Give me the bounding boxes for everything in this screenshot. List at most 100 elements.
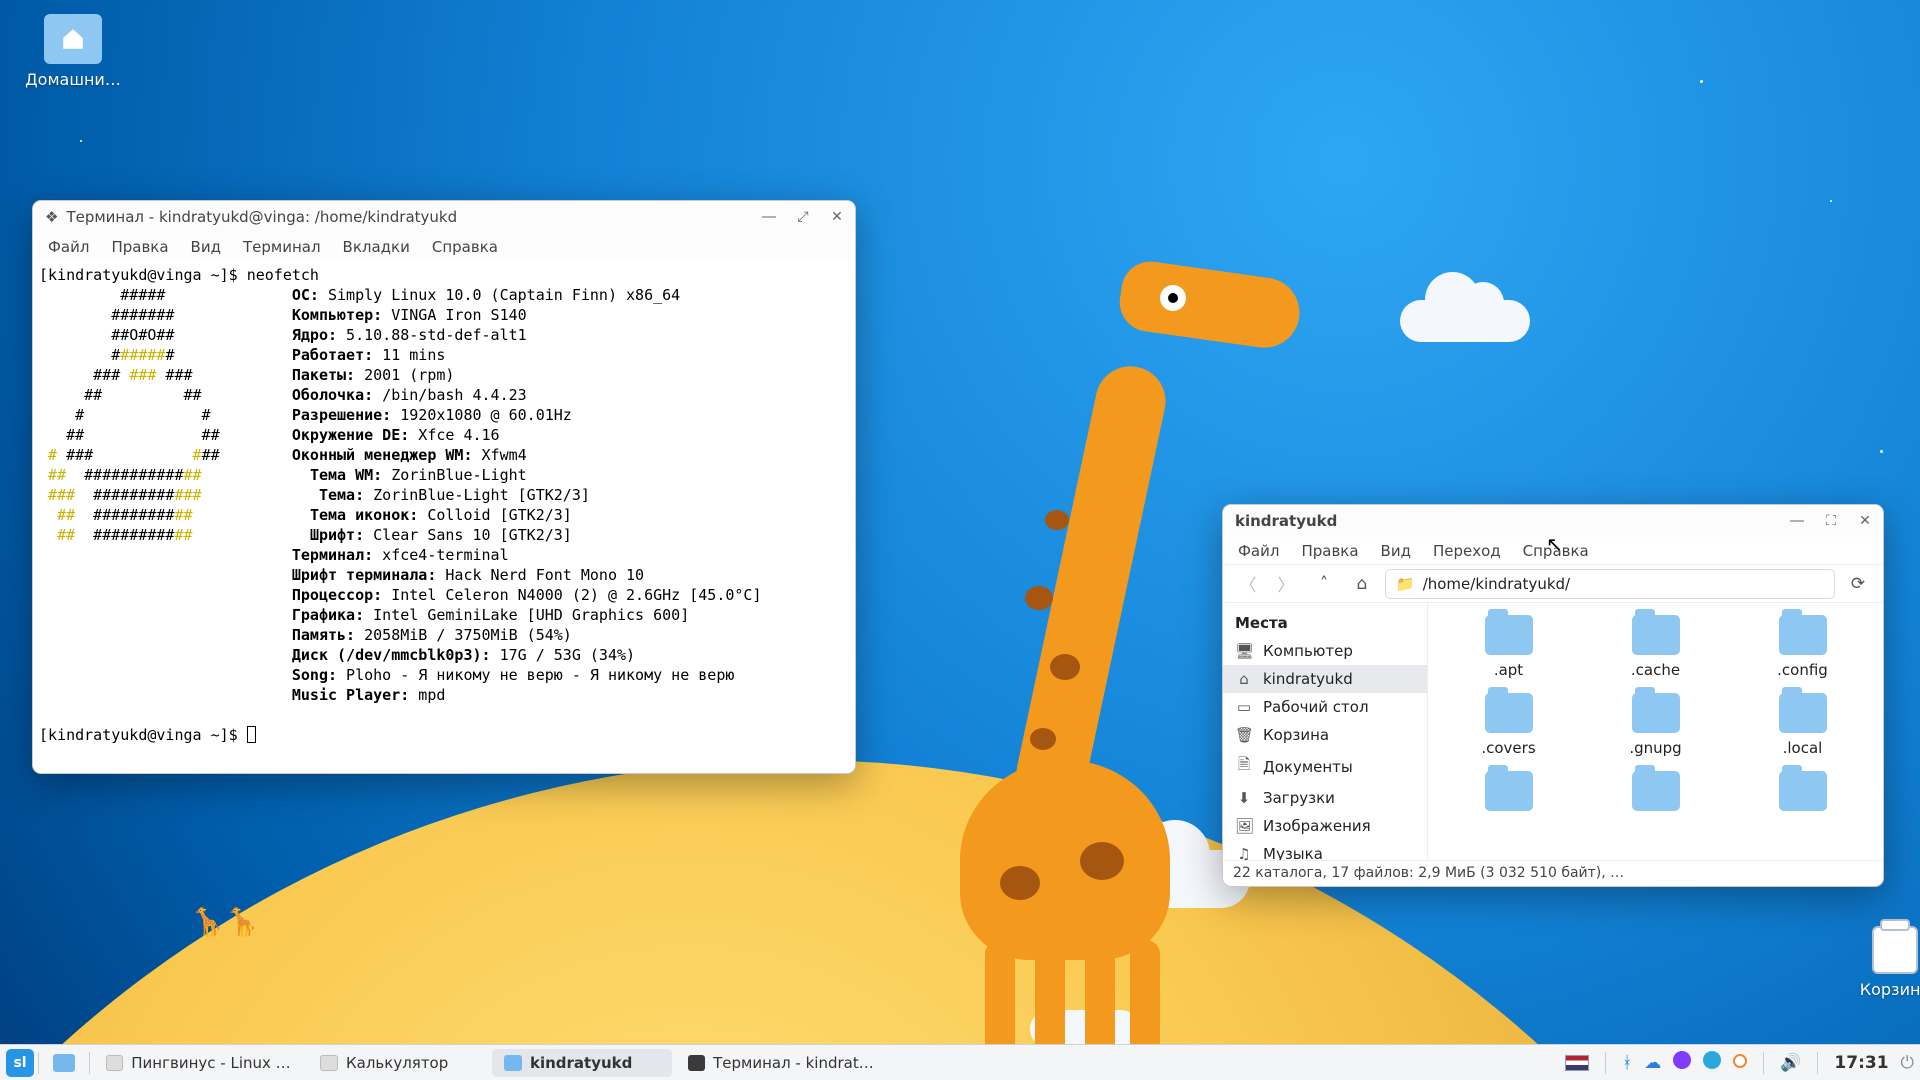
- file-item[interactable]: [1734, 771, 1871, 817]
- desktop-icon-trash[interactable]: Корзина: [1840, 926, 1920, 999]
- file-item[interactable]: .gnupg: [1587, 693, 1724, 757]
- task-button[interactable]: kindratyukd: [492, 1049, 672, 1077]
- place-icon: ⬇: [1235, 789, 1253, 807]
- sidebar-item-label: Компьютер: [1263, 642, 1353, 660]
- file-item[interactable]: .config: [1734, 615, 1871, 679]
- place-icon: 🗑: [1235, 726, 1253, 744]
- file-manager-files[interactable]: .apt .cache.config .covers .gnupg .local: [1428, 603, 1883, 860]
- terminal-menu-терминал[interactable]: Терминал: [234, 235, 330, 259]
- file-manager-window[interactable]: kindratyukd ― ⛶ ✕ ФайлПравкаВидПереходСп…: [1222, 504, 1884, 887]
- taskbar-tray: ᚼ ☁ 🔊 17:31 ⏻: [1565, 1051, 1914, 1074]
- nav-home-button[interactable]: ⌂: [1347, 569, 1377, 599]
- nav-back-button[interactable]: 〈: [1233, 569, 1263, 599]
- place-icon: ▭: [1235, 698, 1253, 716]
- file-manager-menu-правка[interactable]: Правка: [1292, 539, 1367, 563]
- file-manager-sidebar: Места 🖥Компьютер⌂kindratyukd▭Рабочий сто…: [1223, 603, 1428, 860]
- folder-icon: [1632, 615, 1680, 655]
- task-button[interactable]: Терминал - kindraty…: [676, 1049, 886, 1077]
- task-icon: [688, 1055, 705, 1071]
- viber-icon[interactable]: [1673, 1051, 1691, 1074]
- terminal-menu-правка[interactable]: Правка: [102, 235, 177, 259]
- desktop-icon-trash-label: Корзина: [1840, 980, 1920, 999]
- file-item[interactable]: .local: [1734, 693, 1871, 757]
- terminal-titlebar[interactable]: ❖ Терминал - kindratyukd@vinga: /home/ki…: [33, 201, 855, 233]
- sidebar-item-label: Рабочий стол: [1263, 698, 1369, 716]
- sidebar-item-рабочий-стол[interactable]: ▭ Рабочий стол: [1223, 693, 1427, 721]
- file-label: .gnupg: [1629, 739, 1681, 757]
- file-item[interactable]: .cache: [1587, 615, 1724, 679]
- start-menu-button[interactable]: sl: [6, 1049, 34, 1077]
- sidebar-item-изображения[interactable]: 🖼 Изображения: [1223, 812, 1427, 840]
- place-icon: 🖼: [1235, 817, 1253, 835]
- location-path: /home/kindratyukd/: [1423, 575, 1570, 593]
- folder-icon: [1485, 771, 1533, 811]
- task-button[interactable]: Калькулятор: [308, 1049, 488, 1077]
- file-label: .apt: [1494, 661, 1523, 679]
- close-button[interactable]: ✕: [1855, 511, 1875, 531]
- place-icon: ♫: [1235, 845, 1253, 860]
- updates-icon[interactable]: [1733, 1053, 1747, 1073]
- folder-icon: [1485, 693, 1533, 733]
- file-item[interactable]: [1587, 771, 1724, 817]
- file-manager-menu-переход[interactable]: Переход: [1424, 539, 1510, 563]
- close-button[interactable]: ✕: [827, 207, 847, 227]
- file-label: .local: [1783, 739, 1823, 757]
- sidebar-item-корзина[interactable]: 🗑Корзина: [1223, 721, 1427, 749]
- terminal-window[interactable]: ❖ Терминал - kindratyukd@vinga: /home/ki…: [32, 200, 856, 774]
- task-label: Пингвинус - Linux в…: [131, 1054, 292, 1072]
- sidebar-item-музыка[interactable]: ♫Музыка: [1223, 840, 1427, 860]
- file-manager-launcher[interactable]: [43, 1049, 85, 1077]
- task-label: Калькулятор: [346, 1054, 448, 1072]
- sidebar-item-компьютер[interactable]: 🖥Компьютер: [1223, 637, 1427, 665]
- maximize-button[interactable]: ⤢: [793, 207, 813, 227]
- terminal-menu-вкладки[interactable]: Вкладки: [334, 235, 419, 259]
- minimize-button[interactable]: ―: [1787, 511, 1807, 531]
- sidebar-item-label: kindratyukd: [1263, 670, 1353, 688]
- task-button[interactable]: Пингвинус - Linux в…: [94, 1049, 304, 1077]
- file-manager-titlebar[interactable]: kindratyukd ― ⛶ ✕: [1223, 505, 1883, 537]
- folder-icon: [1779, 615, 1827, 655]
- terminal-menu-справка[interactable]: Справка: [423, 235, 507, 259]
- minimize-button[interactable]: ―: [759, 207, 779, 227]
- maximize-button[interactable]: ⛶: [1821, 511, 1841, 531]
- sidebar-item-загрузки[interactable]: ⬇Загрузки: [1223, 784, 1427, 812]
- folder-icon: [1485, 615, 1533, 655]
- keyboard-layout-indicator[interactable]: [1565, 1055, 1589, 1071]
- logout-icon[interactable]: ⏻: [1901, 1053, 1914, 1073]
- folder-icon: [1632, 771, 1680, 811]
- file-manager-menu-вид[interactable]: Вид: [1372, 539, 1420, 563]
- bluetooth-icon[interactable]: ᚼ: [1622, 1053, 1632, 1073]
- onedrive-icon[interactable]: ☁: [1644, 1053, 1661, 1073]
- file-item[interactable]: .apt: [1440, 615, 1577, 679]
- sidebar-item-kindratyukd[interactable]: ⌂kindratyukd: [1223, 665, 1427, 693]
- sidebar-item-label: Документы: [1263, 758, 1353, 776]
- taskbar-tasks: Пингвинус - Linux в… Калькулятор kindratyu…: [94, 1049, 886, 1077]
- file-manager-menu-файл[interactable]: Файл: [1229, 539, 1288, 563]
- telegram-icon[interactable]: [1703, 1051, 1721, 1074]
- clock[interactable]: 17:31: [1834, 1053, 1888, 1073]
- terminal-output[interactable]: [kindratyukd@vinga ~]$ neofetch ##### ОС…: [33, 261, 855, 773]
- nav-forward-button[interactable]: 〉: [1271, 569, 1301, 599]
- terminal-menu-файл[interactable]: Файл: [39, 235, 98, 259]
- folder-icon: [53, 1054, 75, 1072]
- desktop-icon-home-label: Домашни…: [18, 70, 128, 89]
- desktop-icon-home[interactable]: Домашни…: [18, 14, 128, 89]
- terminal-title: Терминал - kindratyukd@vinga: /home/kind…: [66, 208, 759, 226]
- folder-icon: [1632, 693, 1680, 733]
- folder-icon: [1779, 693, 1827, 733]
- file-manager-title: kindratyukd: [1235, 512, 1787, 530]
- file-manager-statusbar: 22 каталога, 17 файлов: 2,9 МиБ (3 032 5…: [1223, 860, 1883, 886]
- volume-icon[interactable]: 🔊: [1780, 1053, 1801, 1073]
- nav-up-button[interactable]: ˄: [1309, 569, 1339, 599]
- folder-icon: 📁: [1396, 575, 1415, 593]
- file-label: .covers: [1481, 739, 1535, 757]
- sidebar-item-label: Изображения: [1263, 817, 1371, 835]
- file-item[interactable]: [1440, 771, 1577, 817]
- location-bar[interactable]: 📁 /home/kindratyukd/: [1385, 569, 1835, 599]
- reload-button[interactable]: ⟳: [1843, 569, 1873, 599]
- terminal-menu-вид[interactable]: Вид: [182, 235, 230, 259]
- file-manager-menu-справка[interactable]: Справка: [1514, 539, 1598, 563]
- taskbar: sl Пингвинус - Linux в… Калькулятор kindra…: [0, 1044, 1920, 1080]
- file-item[interactable]: .covers: [1440, 693, 1577, 757]
- sidebar-item-документы[interactable]: 🗎Документы: [1223, 749, 1427, 784]
